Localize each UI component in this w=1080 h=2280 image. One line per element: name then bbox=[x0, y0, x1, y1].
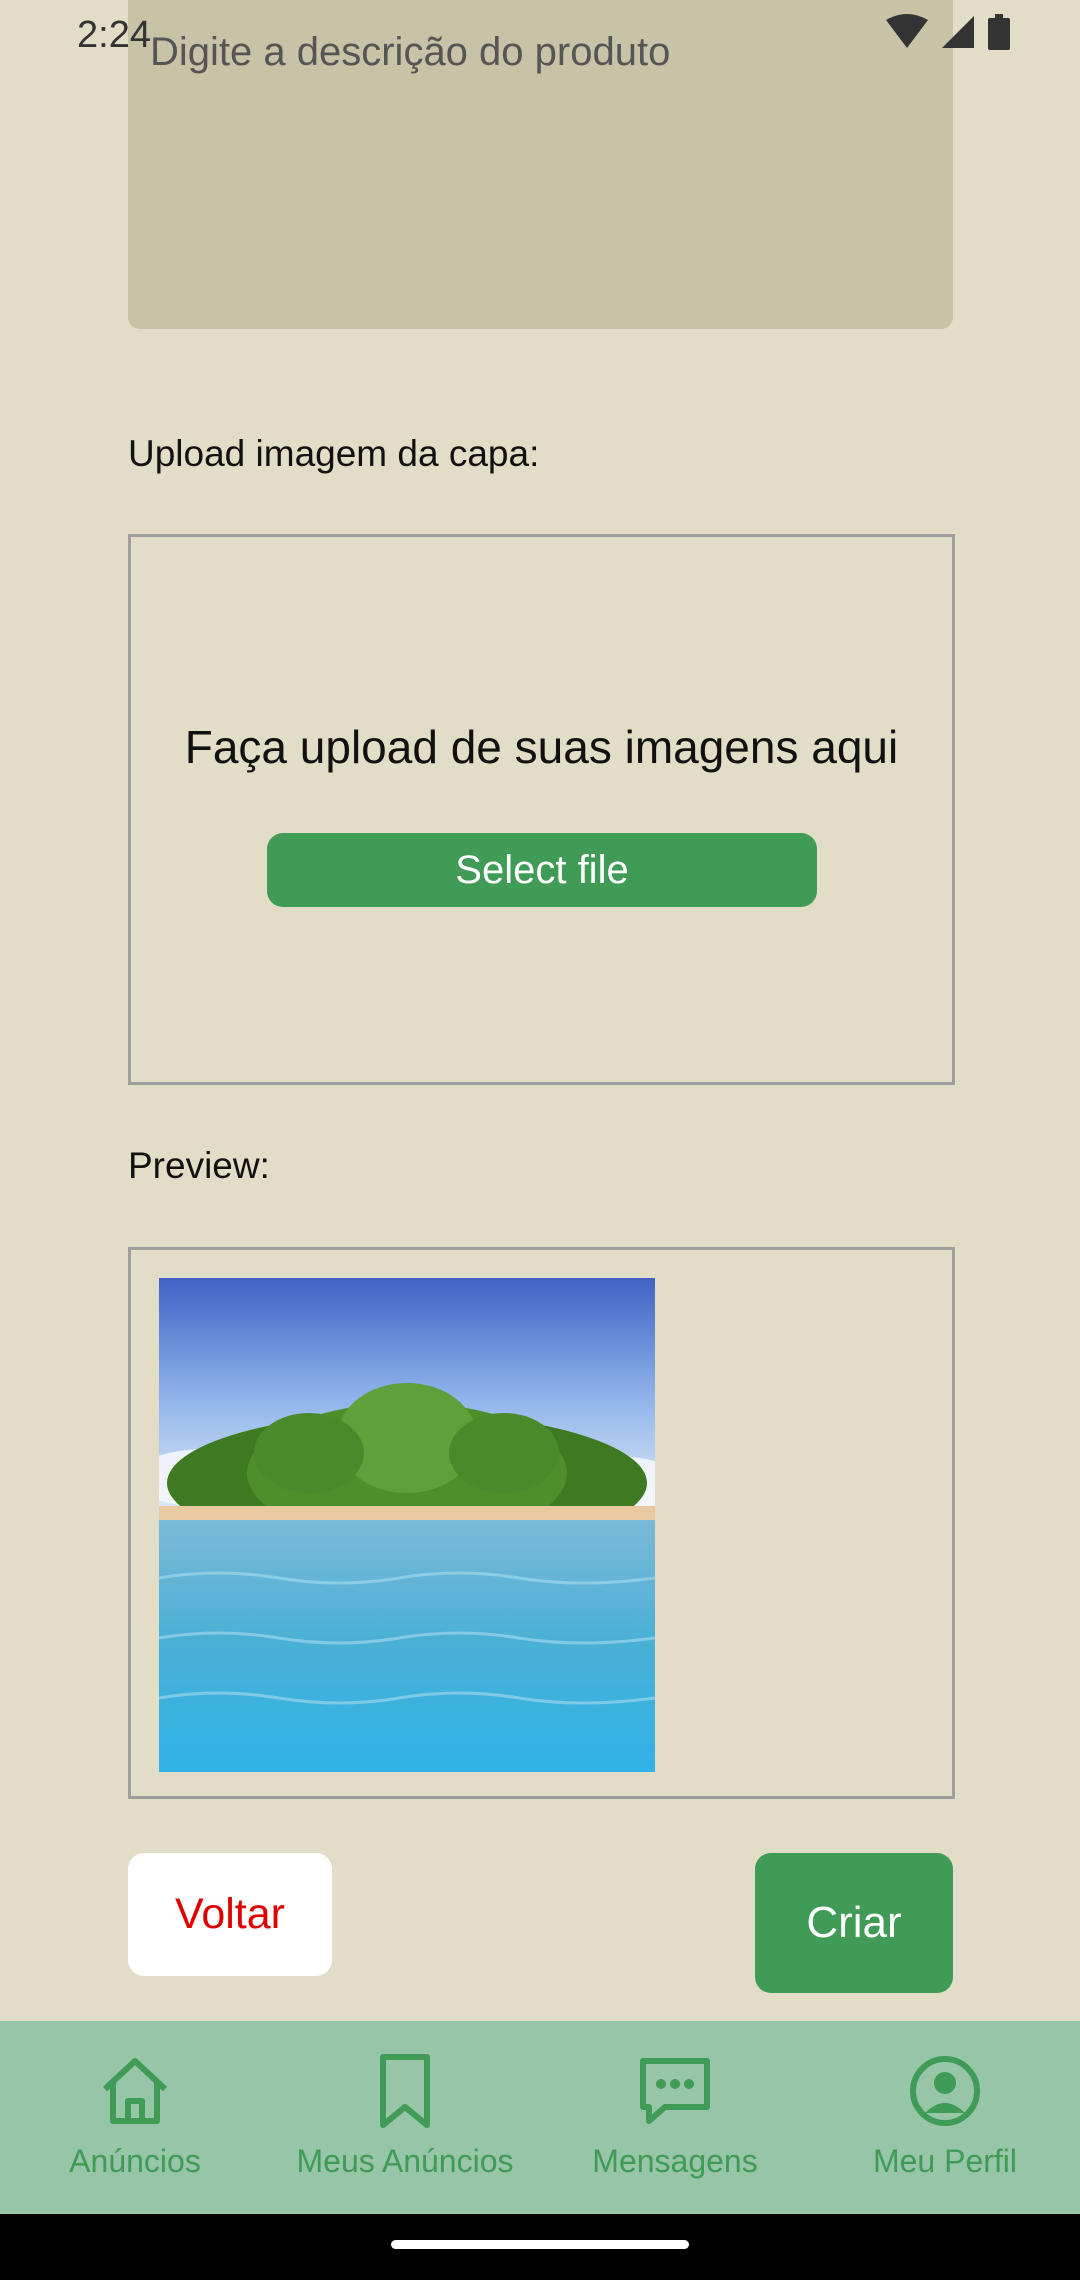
battery-icon bbox=[988, 14, 1010, 50]
nav-item-anuncios[interactable]: Anúncios bbox=[0, 2021, 270, 2214]
upload-dropzone-text: Faça upload de suas imagens aqui bbox=[184, 721, 899, 773]
nav-label-meus-anuncios: Meus Anúncios bbox=[296, 2143, 514, 2179]
nav-item-mensagens[interactable]: Mensagens bbox=[540, 2021, 810, 2214]
status-icons bbox=[886, 14, 1010, 50]
home-icon bbox=[102, 2058, 168, 2124]
back-button[interactable]: Voltar bbox=[128, 1853, 332, 1976]
home-gesture-handle[interactable] bbox=[391, 2240, 689, 2249]
chat-icon bbox=[640, 2058, 710, 2124]
nav-item-meu-perfil[interactable]: Meu Perfil bbox=[810, 2021, 1080, 2214]
upload-dropzone[interactable]: Faça upload de suas imagens aqui Select … bbox=[128, 534, 955, 1085]
upload-label: Upload imagem da capa: bbox=[128, 433, 540, 474]
system-navigation-bar bbox=[0, 2214, 1080, 2280]
cellular-signal-icon bbox=[942, 16, 974, 48]
preview-image bbox=[159, 1278, 655, 1772]
preview-label: Preview: bbox=[128, 1145, 270, 1186]
nav-item-meus-anuncios[interactable]: Meus Anúncios bbox=[270, 2021, 540, 2214]
select-file-button[interactable]: Select file bbox=[267, 833, 817, 907]
status-time: 2:24 bbox=[77, 14, 151, 56]
profile-icon bbox=[910, 2056, 980, 2126]
nav-label-mensagens: Mensagens bbox=[592, 2143, 758, 2179]
wifi-icon bbox=[886, 14, 928, 48]
preview-container bbox=[128, 1247, 955, 1799]
create-button[interactable]: Criar bbox=[755, 1853, 953, 1993]
bottom-nav: Anúncios Meus Anúncios Mensagens Meu Per… bbox=[0, 2021, 1080, 2214]
nav-label-meu-perfil: Meu Perfil bbox=[872, 2143, 1018, 2179]
status-bar: 2:24 bbox=[0, 0, 1080, 70]
nav-label-anuncios: Anúncios bbox=[69, 2143, 201, 2179]
bookmark-icon bbox=[380, 2054, 430, 2128]
